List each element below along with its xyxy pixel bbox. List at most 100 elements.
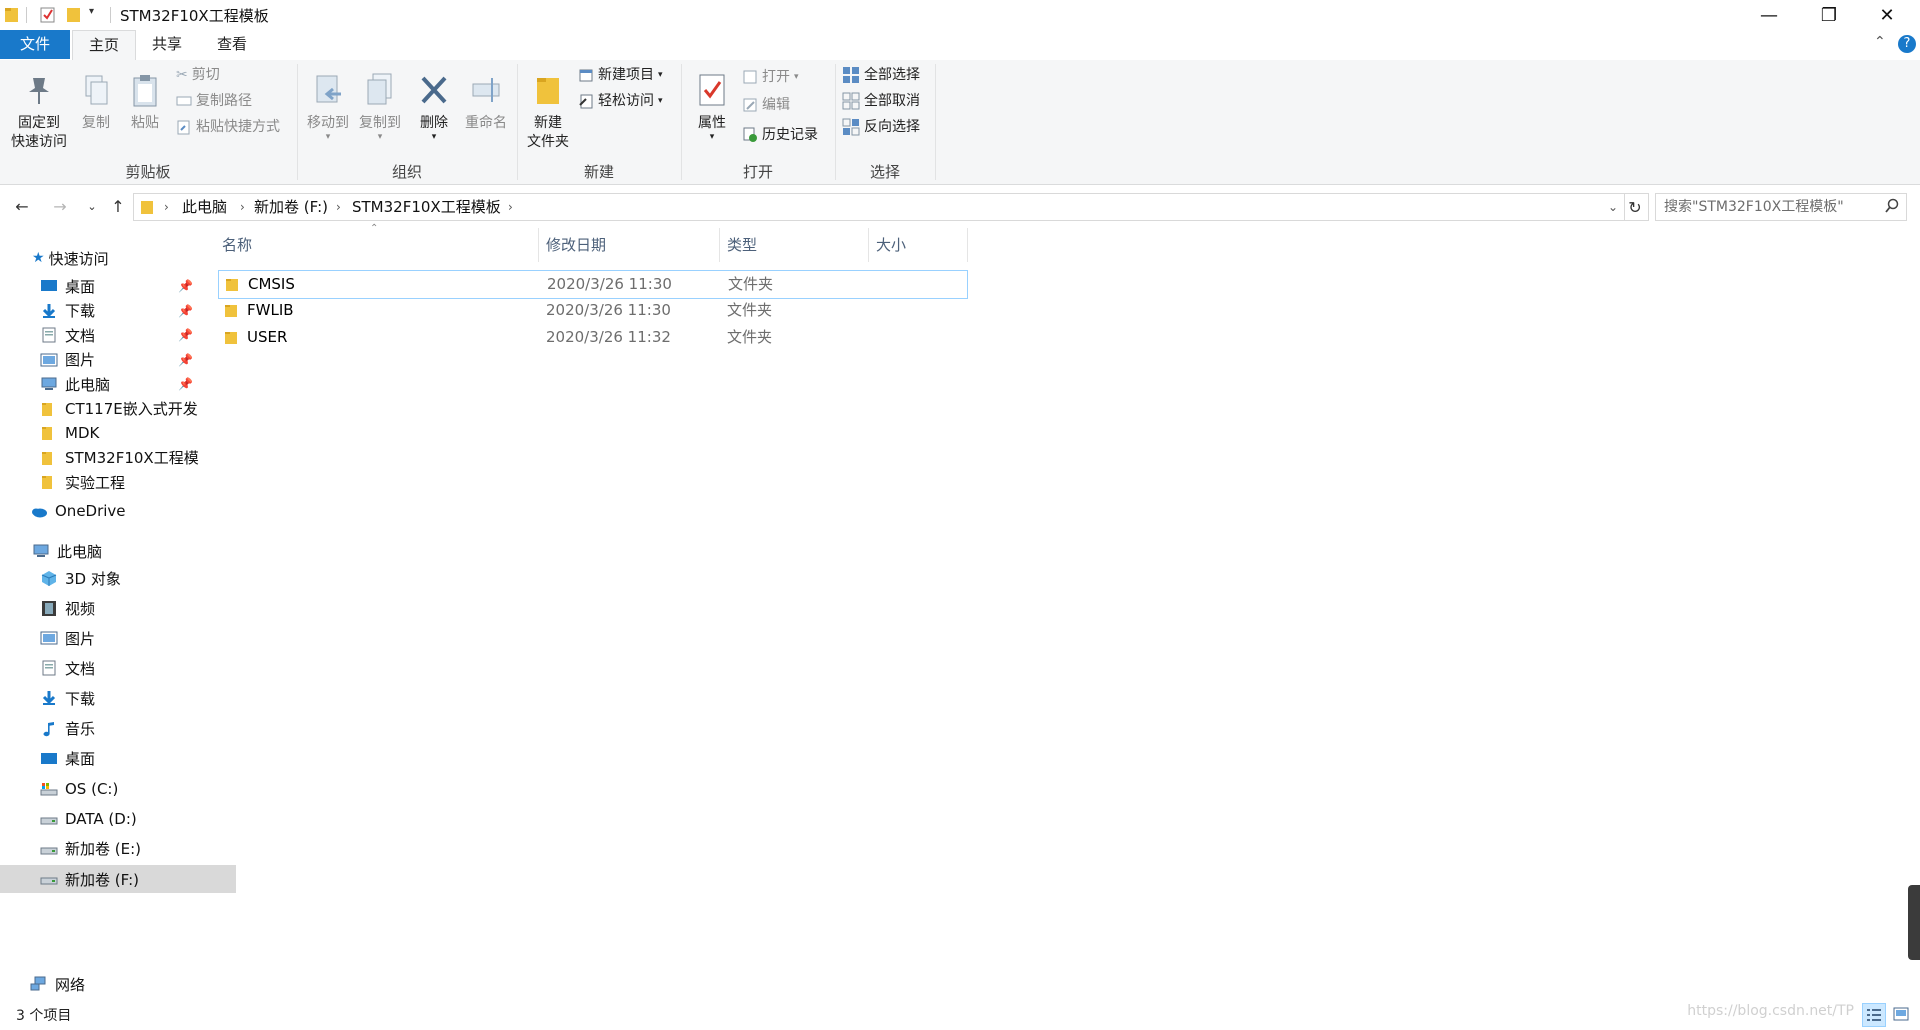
- column-header-modified[interactable]: 修改日期: [546, 228, 716, 262]
- column-separator[interactable]: [868, 228, 869, 262]
- invert-selection-button[interactable]: 反向选择: [842, 116, 920, 138]
- breadcrumb-current-folder[interactable]: STM32F10X工程模板: [352, 194, 501, 220]
- column-separator[interactable]: [538, 228, 539, 262]
- nav-network[interactable]: 网络: [0, 970, 226, 998]
- copy-button[interactable]: 复制: [74, 72, 118, 133]
- column-header-size[interactable]: 大小: [876, 228, 956, 262]
- pin-icon[interactable]: 📌: [178, 377, 193, 391]
- cut-button[interactable]: ✂ 剪切: [176, 64, 220, 86]
- refresh-button[interactable]: ↻: [1622, 193, 1649, 221]
- search-box[interactable]: 搜索"STM32F10X工程模板": [1655, 193, 1907, 221]
- tab-view[interactable]: 查看: [202, 30, 262, 59]
- nav-this-pc-item[interactable]: OS (C:): [0, 775, 236, 803]
- file-modified: 2020/3/26 11:30: [546, 301, 671, 319]
- nav-quick-item[interactable]: 实验工程: [0, 468, 236, 496]
- column-header-type[interactable]: 类型: [727, 228, 867, 262]
- up-button[interactable]: ↑: [106, 194, 130, 218]
- breadcrumb-chevron-icon[interactable]: ›: [164, 194, 169, 220]
- drive-icon: [40, 847, 58, 855]
- watermark: https://blog.csdn.net/TP: [1687, 1003, 1854, 1019]
- address-bar[interactable]: › 此电脑 › 新加卷 (F:) › STM32F10X工程模板 › ⌄: [133, 193, 1625, 221]
- nav-this-pc-item[interactable]: DATA (D:): [0, 805, 236, 833]
- pin-icon[interactable]: 📌: [178, 279, 193, 293]
- nav-this-pc-item[interactable]: 下载: [0, 684, 236, 712]
- details-view-button[interactable]: [1862, 1003, 1886, 1027]
- column-separator[interactable]: [967, 228, 968, 262]
- pin-icon[interactable]: 📌: [178, 353, 193, 367]
- file-name: CMSIS: [248, 275, 295, 293]
- folder-icon: [42, 451, 52, 465]
- file-row[interactable]: USER 2020/3/26 11:32 文件夹: [218, 324, 966, 351]
- easy-access-button[interactable]: 轻松访问 ▾: [578, 90, 663, 112]
- nav-quick-access[interactable]: ★ 快速访问: [0, 244, 228, 272]
- customize-quick-access-icon[interactable]: ▾: [89, 6, 94, 17]
- paste-button[interactable]: 粘贴: [122, 72, 168, 133]
- navigation-bar: ← → ⌄ ↑ › 此电脑 › 新加卷 (F:) › STM32F10X工程模板…: [0, 186, 1920, 226]
- nav-this-pc-item[interactable]: 桌面: [0, 745, 236, 773]
- tab-file[interactable]: 文件: [0, 30, 70, 59]
- nav-label: 音乐: [65, 720, 96, 738]
- nav-this-pc-item[interactable]: 3D 对象: [0, 564, 236, 592]
- close-button[interactable]: ✕: [1858, 0, 1916, 30]
- new-folder-label-line1: 新建: [534, 115, 562, 131]
- arrow-left-icon: ←: [15, 196, 29, 216]
- new-folder-quick-icon[interactable]: [66, 6, 82, 24]
- copy-path-button[interactable]: 复制路径: [176, 90, 252, 112]
- nav-this-pc-item[interactable]: 新加卷 (E:): [0, 835, 236, 863]
- nav-this-pc-item[interactable]: 新加卷 (F:): [0, 865, 236, 893]
- breadcrumb-chevron-icon[interactable]: ›: [336, 194, 341, 220]
- tab-share[interactable]: 共享: [138, 30, 196, 59]
- nav-label: 3D 对象: [65, 569, 121, 588]
- select-all-button[interactable]: 全部选择: [842, 64, 920, 86]
- history-button[interactable]: 历史记录: [742, 124, 818, 146]
- large-icons-view-button[interactable]: [1890, 1003, 1912, 1025]
- file-row[interactable]: CMSIS 2020/3/26 11:30 文件夹: [218, 270, 968, 299]
- copy-to-button[interactable]: 复制到 ▾: [354, 72, 406, 142]
- pin-to-quick-access-button[interactable]: 固定到 快速访问: [6, 72, 72, 152]
- nav-this-pc[interactable]: 此电脑: [0, 537, 228, 565]
- nav-this-pc-item[interactable]: 文档: [0, 654, 236, 682]
- column-header-name[interactable]: 名称: [222, 228, 538, 262]
- breadcrumb-drive-f[interactable]: 新加卷 (F:): [254, 194, 328, 220]
- address-history-dropdown-icon[interactable]: ⌄: [1608, 194, 1618, 220]
- rename-button[interactable]: 重命名: [460, 72, 512, 133]
- properties-quick-icon[interactable]: [40, 6, 56, 24]
- tab-home[interactable]: 主页: [72, 30, 136, 61]
- open-button[interactable]: 打开 ▾: [742, 66, 799, 88]
- new-item-button[interactable]: 新建项目 ▾: [578, 64, 663, 86]
- new-folder-icon: [537, 78, 559, 104]
- help-icon[interactable]: ?: [1898, 35, 1916, 53]
- recent-locations-button[interactable]: ⌄: [80, 194, 104, 218]
- pin-label-line1: 固定到: [18, 115, 60, 131]
- pin-icon[interactable]: 📌: [178, 304, 193, 318]
- side-widget[interactable]: [1908, 885, 1920, 960]
- paste-shortcut-button[interactable]: 粘贴快捷方式: [176, 116, 280, 138]
- folder-icon: [225, 332, 237, 344]
- minimize-button[interactable]: —: [1740, 0, 1798, 30]
- nav-label: STM32F10X工程模: [65, 449, 199, 467]
- properties-button[interactable]: 属性 ▾: [688, 72, 736, 142]
- pin-icon[interactable]: 📌: [178, 328, 193, 342]
- new-folder-button[interactable]: 新建 文件夹: [522, 72, 574, 152]
- breadcrumb-chevron-icon[interactable]: ›: [240, 194, 245, 220]
- back-button[interactable]: ←: [10, 194, 34, 218]
- open-dropdown-icon: ▾: [794, 72, 799, 82]
- nav-this-pc-item[interactable]: 图片: [0, 624, 236, 652]
- search-icon[interactable]: [1884, 198, 1900, 214]
- search-input[interactable]: 搜索"STM32F10X工程模板": [1664, 194, 1844, 220]
- delete-button[interactable]: 删除 ▾: [414, 72, 454, 142]
- select-none-button[interactable]: 全部取消: [842, 90, 920, 112]
- nav-this-pc-item[interactable]: 视频: [0, 594, 236, 622]
- move-to-button[interactable]: 移动到 ▾: [302, 72, 354, 142]
- file-row[interactable]: FWLIB 2020/3/26 11:30 文件夹: [218, 297, 966, 324]
- group-separator: [935, 64, 936, 180]
- forward-button[interactable]: →: [48, 194, 72, 218]
- collapse-ribbon-icon[interactable]: ⌃: [1874, 34, 1886, 50]
- column-separator[interactable]: [719, 228, 720, 262]
- nav-onedrive[interactable]: OneDrive: [0, 497, 226, 525]
- edit-button[interactable]: 编辑: [742, 94, 790, 116]
- breadcrumb-this-pc[interactable]: 此电脑: [182, 194, 227, 220]
- restore-button[interactable]: ❐: [1800, 0, 1858, 30]
- nav-this-pc-item[interactable]: 音乐: [0, 715, 236, 743]
- breadcrumb-chevron-icon[interactable]: ›: [508, 194, 513, 220]
